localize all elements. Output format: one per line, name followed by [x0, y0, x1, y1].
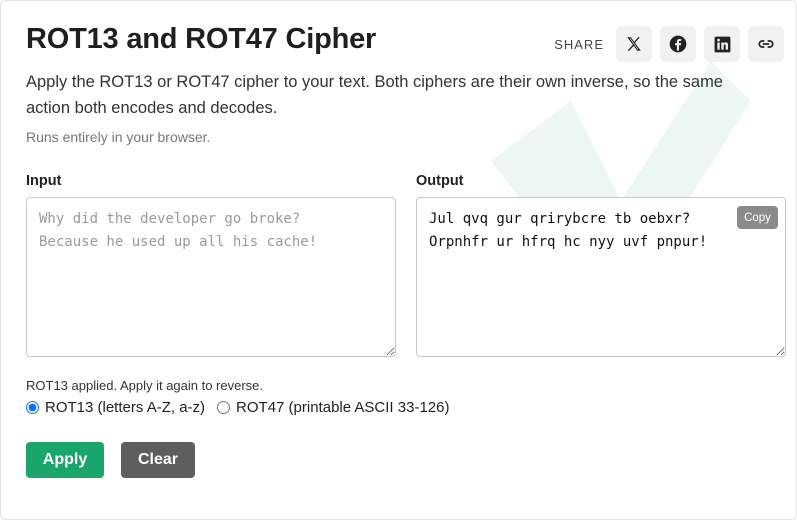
input-textarea[interactable] [26, 197, 396, 357]
copy-output-button[interactable]: Copy [737, 206, 778, 229]
rot47-radio[interactable] [217, 401, 231, 414]
privacy-note: Runs entirely in your browser. [26, 129, 211, 145]
linkedin-icon [714, 36, 730, 52]
facebook-icon [669, 35, 687, 53]
share-linkedin-button[interactable] [704, 26, 740, 62]
share-label: SHARE [554, 36, 604, 52]
tool-card: ROT13 and ROT47 Cipher SHARE Apply the R… [0, 0, 797, 520]
cipher-mode-group: ROT13 (letters A-Z, a-z) ROT47 (printabl… [26, 399, 449, 416]
link-icon [758, 40, 774, 48]
rot13-label: ROT13 (letters A-Z, a-z) [45, 399, 206, 416]
share-facebook-button[interactable] [660, 26, 696, 62]
mode-option-rot13[interactable]: ROT13 (letters A-Z, a-z) [26, 399, 205, 416]
tool-description: Apply the ROT13 or ROT47 cipher to your … [26, 73, 723, 117]
apply-button[interactable]: Apply [26, 442, 104, 478]
input-label: Input [26, 173, 62, 189]
output-textarea[interactable]: Jul qvq gur qrirybcre tb oebxr? Orpnhfr … [416, 197, 786, 357]
share-bar: SHARE [554, 26, 784, 62]
page-title: ROT13 and ROT47 Cipher [26, 23, 377, 55]
output-label: Output [416, 173, 464, 189]
rot13-radio[interactable] [26, 401, 39, 414]
mode-option-rot47[interactable]: ROT47 (printable ASCII 33-126) [217, 399, 449, 416]
rot47-label: ROT47 (printable ASCII 33-126) [236, 399, 450, 416]
clear-button[interactable]: Clear [121, 442, 195, 478]
status-message: ROT13 applied. Apply it again to reverse… [26, 378, 264, 393]
x-twitter-icon [627, 37, 641, 51]
share-x-button[interactable] [616, 26, 652, 62]
copy-link-button[interactable] [748, 26, 784, 62]
